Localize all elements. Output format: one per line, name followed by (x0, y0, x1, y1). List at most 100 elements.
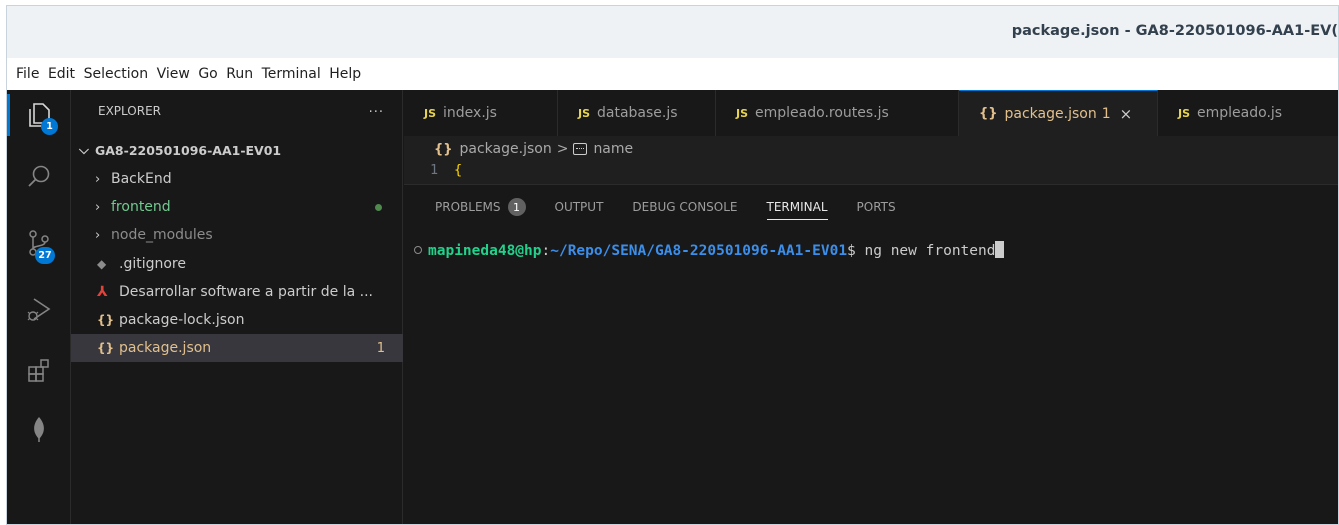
tree-item-package-json[interactable]: {} package.json 1 (71, 334, 403, 362)
run-debug-activity[interactable] (7, 284, 71, 334)
breadcrumb: {} package.json > name (404, 136, 1338, 162)
extensions-icon (28, 359, 49, 382)
code-line: 1 { (404, 162, 1338, 182)
extensions-activity[interactable] (7, 346, 71, 396)
tab-label: package.json (1004, 105, 1097, 122)
problems-count: 1 (376, 340, 385, 356)
window-title: package.json - GA8-220501096-AA1-EV( (1011, 23, 1338, 39)
menu-go[interactable]: Go (198, 66, 217, 82)
panel-tabs: PROBLEMS 1 OUTPUT DEBUG CONSOLE TERMINAL… (404, 185, 1338, 229)
js-file-icon: JS (578, 106, 591, 120)
terminal-cursor (995, 241, 1005, 258)
tab-debug-console[interactable]: DEBUG CONSOLE (632, 185, 737, 229)
tree-item-label: frontend (111, 199, 171, 215)
terminal-path: ~/Repo/SENA/GA8-220501096-AA1-EV01 (550, 243, 848, 259)
bottom-panel: PROBLEMS 1 OUTPUT DEBUG CONSOLE TERMINAL… (404, 184, 1338, 524)
chevron-down-icon: ⌵ (79, 142, 89, 158)
breadcrumb-file[interactable]: package.json (460, 141, 552, 157)
problems-badge: 1 (507, 198, 526, 216)
terminal-colon: : (541, 243, 551, 259)
tree-item-frontend[interactable]: › frontend (71, 193, 403, 221)
tab-problems-count: 1 (1101, 105, 1111, 122)
scm-badge: 27 (35, 247, 55, 264)
tab-label: empleado.routes.js (755, 105, 889, 121)
tree-item-label: BackEnd (111, 171, 172, 187)
json-icon: {} (97, 313, 115, 327)
tab-empleado-js[interactable]: JS empleado.js (1158, 90, 1336, 136)
git-diamond-icon: ◆ (97, 257, 107, 271)
vscode-window: package.json - GA8-220501096-AA1-EV( Fil… (6, 5, 1339, 525)
tree-item-backend[interactable]: › BackEnd (71, 165, 403, 193)
more-actions-icon[interactable]: ··· (369, 105, 384, 120)
chevron-right-icon: › (95, 227, 101, 243)
tab-label: database.js (597, 105, 678, 121)
mongodb-activity[interactable] (7, 404, 71, 454)
js-file-icon: JS (1178, 106, 1191, 120)
js-file-icon: JS (736, 106, 749, 120)
breadcrumb-symbol[interactable]: name (593, 141, 633, 157)
tab-empleado-routes-js[interactable]: JS empleado.routes.js (716, 90, 959, 136)
tab-package-json[interactable]: {} package.json 1 × (959, 90, 1158, 136)
menu-file[interactable]: File (16, 66, 39, 82)
chevron-right-icon: › (95, 199, 101, 215)
explorer-activity[interactable]: 1 (7, 90, 71, 140)
run-debug-icon (27, 298, 51, 321)
source-control-activity[interactable]: 27 (7, 218, 71, 268)
tree-item-label: Desarrollar software a partir de la ... (119, 284, 373, 300)
tab-label: empleado.js (1197, 105, 1283, 121)
tree-item-gitignore[interactable]: ◆ .gitignore (71, 250, 403, 278)
tab-problems[interactable]: PROBLEMS 1 (435, 185, 526, 229)
menu-terminal[interactable]: Terminal (262, 66, 321, 82)
tab-index-js[interactable]: JS index.js (404, 90, 558, 136)
menu-bar: File Edit Selection View Go Run Terminal… (7, 58, 1338, 90)
breadcrumb-separator: > (556, 141, 569, 157)
search-icon (28, 165, 50, 187)
title-bar: package.json - GA8-220501096-AA1-EV( (7, 6, 1338, 58)
menu-help[interactable]: Help (329, 66, 361, 82)
terminal-prompt-line: mapineda48@hp:~/Repo/SENA/GA8-220501096-… (414, 241, 1005, 259)
terminal[interactable]: mapineda48@hp:~/Repo/SENA/GA8-220501096-… (404, 229, 1338, 524)
explorer-header: EXPLORER ··· (71, 90, 402, 132)
terminal-command[interactable]: ng new frontend (865, 243, 996, 259)
tree-item-node-modules[interactable]: › node_modules (71, 221, 403, 249)
explorer-badge: 1 (41, 118, 58, 135)
menu-view[interactable]: View (157, 66, 190, 82)
string-symbol-icon (573, 143, 588, 155)
tab-terminal[interactable]: TERMINAL (766, 185, 828, 229)
tab-database-js[interactable]: JS database.js (558, 90, 716, 136)
editor-area: JS index.js JS database.js JS empleado.r… (404, 90, 1338, 524)
menu-selection[interactable]: Selection (84, 66, 149, 82)
menu-edit[interactable]: Edit (48, 66, 75, 82)
line-number: 1 (430, 162, 439, 178)
tree-item-package-lock[interactable]: {} package-lock.json (71, 306, 403, 334)
tree-item-label: package-lock.json (119, 312, 245, 328)
tab-label: index.js (443, 105, 497, 121)
tab-ports[interactable]: PORTS (857, 185, 896, 229)
modified-dot-icon (375, 204, 382, 211)
command-status-icon (414, 246, 422, 254)
js-file-icon: JS (424, 106, 437, 120)
tree-item-label: .gitignore (119, 256, 186, 272)
tree-item-label: package.json (119, 340, 212, 356)
tab-output[interactable]: OUTPUT (555, 185, 604, 229)
explorer-title: EXPLORER (98, 104, 161, 118)
close-icon[interactable]: × (1120, 105, 1133, 123)
json-icon: {} (979, 106, 998, 121)
leaf-icon (34, 417, 44, 442)
menu-run[interactable]: Run (226, 66, 253, 82)
terminal-prompt: $ (847, 243, 865, 259)
chevron-right-icon: › (95, 171, 101, 187)
tree-item-pdf[interactable]: ⅄ Desarrollar software a partir de la ..… (71, 278, 403, 306)
json-icon: {} (434, 141, 453, 157)
json-icon: {} (97, 341, 115, 355)
workspace-root-label: GA8-220501096-AA1-EV01 (95, 142, 282, 158)
search-activity[interactable] (7, 152, 71, 202)
pdf-icon: ⅄ (97, 284, 108, 300)
tree-item-label: node_modules (111, 227, 213, 243)
terminal-user: mapineda48@hp (428, 243, 542, 259)
tab-label: PROBLEMS (435, 200, 501, 214)
code-text[interactable]: { (454, 162, 462, 178)
explorer-sidebar: EXPLORER ··· ⌵ GA8-220501096-AA1-EV01 › … (71, 90, 403, 524)
activity-bar: 1 27 (7, 90, 71, 524)
workspace-root[interactable]: ⌵ GA8-220501096-AA1-EV01 (71, 136, 403, 164)
